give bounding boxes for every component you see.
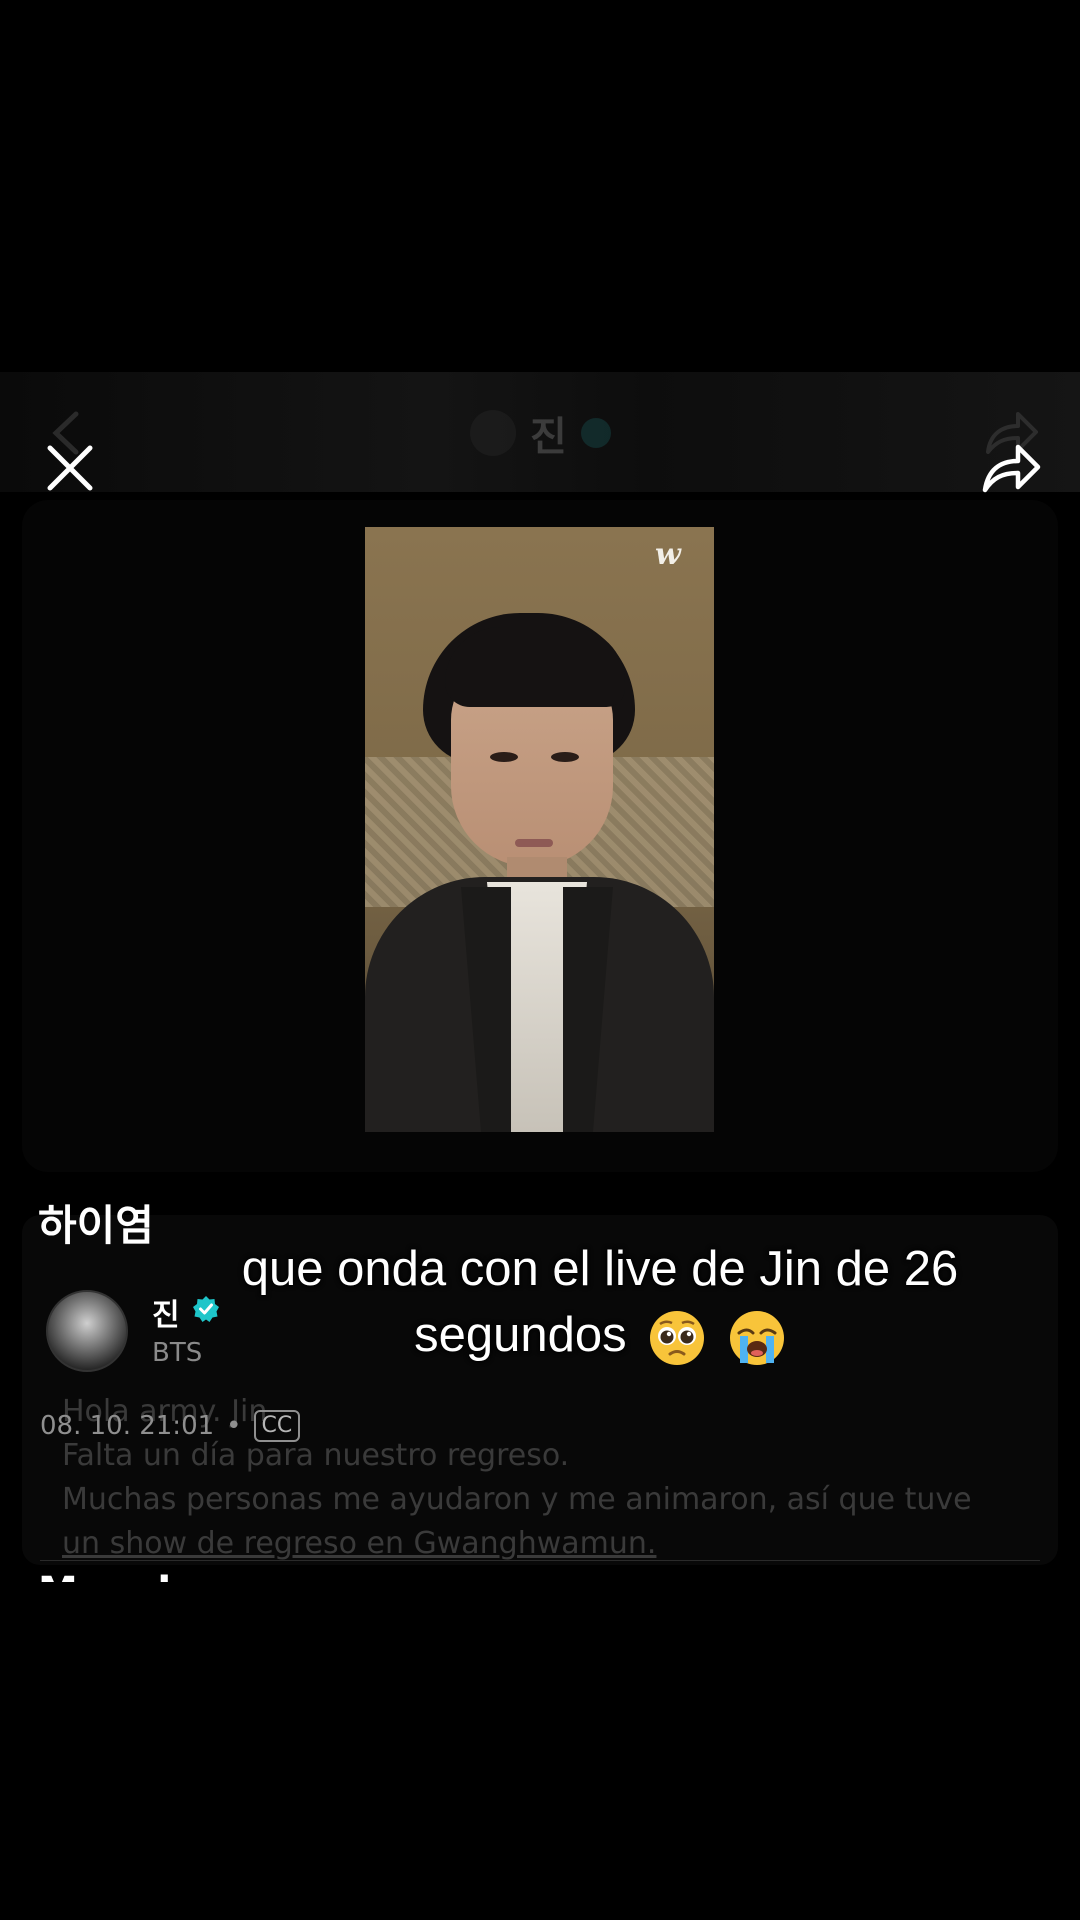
- video-thumbnail[interactable]: w: [365, 527, 714, 1132]
- caption-line-1: que onda con el live de Jin de 26: [241, 1242, 959, 1296]
- caption-line-2-row: segundos: [150, 1302, 1050, 1368]
- ghost-avatar: [470, 410, 516, 456]
- ghost-title: 진: [470, 406, 611, 460]
- divider: [40, 1560, 1040, 1561]
- share-icon[interactable]: [980, 440, 1042, 496]
- pleading-face-icon: [650, 1311, 705, 1366]
- screen: 진 w 하이염 진 BTS Hola army. Jin Falta un dí…: [0, 0, 1080, 1920]
- caption-line-2: segundos: [414, 1308, 627, 1362]
- overlay-caption: que onda con el live de Jin de 26 segund…: [150, 1236, 1050, 1368]
- post-meta: 08. 10. 21:01 • CC: [40, 1406, 301, 1446]
- section-title: 하이염: [38, 1201, 154, 1250]
- post-timestamp: 08. 10. 21:01: [40, 1411, 215, 1441]
- loudly-crying-face-icon: [729, 1311, 784, 1366]
- video-eye-right: [551, 752, 579, 762]
- ghost-verified-icon: [580, 418, 611, 448]
- video-eye-left: [490, 752, 518, 762]
- video-bangs: [445, 627, 625, 707]
- weverse-watermark: w: [655, 537, 681, 572]
- avatar[interactable]: [46, 1290, 128, 1372]
- video-mouth: [515, 839, 553, 847]
- post-line: Muchas personas me ayudaron y me animaro…: [62, 1482, 972, 1517]
- ghost-name: 진: [530, 414, 567, 460]
- meta-separator: •: [226, 1411, 242, 1441]
- next-section-title: Mas da: [38, 1568, 198, 1582]
- close-icon[interactable]: [42, 440, 98, 496]
- cc-button[interactable]: CC: [253, 1410, 301, 1442]
